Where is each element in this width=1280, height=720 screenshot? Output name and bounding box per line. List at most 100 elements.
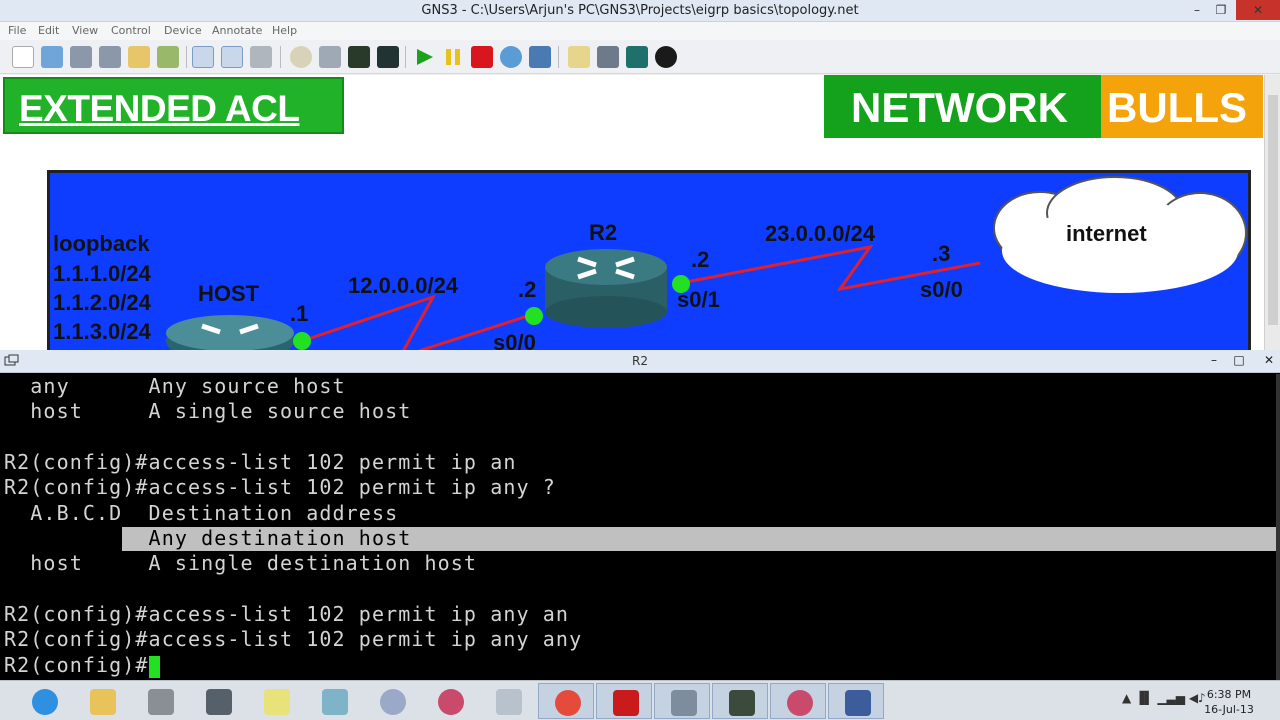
topology-canvas[interactable]: EXTENDED ACL NETWORK BULLS loopback 1.1.… (0, 75, 1264, 350)
clock-date: 16-Jul-13 (1204, 703, 1254, 716)
console-close-button[interactable]: ✕ (1258, 350, 1280, 372)
new-icon[interactable] (12, 46, 34, 68)
toolbar-separator (558, 46, 559, 68)
capture-icon[interactable] (250, 46, 272, 68)
brand-network-text: NETWORK (851, 84, 1068, 131)
host-label: HOST (198, 281, 260, 306)
host-ip: .1 (290, 301, 309, 326)
clock[interactable]: 6:38 PM 16-Jul-13 (1190, 687, 1268, 717)
canvas-vertical-scrollbar[interactable] (1264, 75, 1280, 350)
internet-ip: .3 (932, 241, 951, 266)
pause-icon (446, 49, 460, 65)
serial-link-host-r2 (301, 294, 437, 350)
open-icon[interactable] (41, 46, 63, 68)
loopback-3: 1.1.3.0/24 (53, 319, 151, 344)
clock-time: 6:38 PM (1206, 688, 1252, 701)
draw-rectangle-icon[interactable] (626, 46, 648, 68)
menu-device[interactable]: Device (164, 24, 202, 37)
show-interface-labels-icon[interactable] (192, 46, 214, 68)
console-window[interactable]: R2 – □ ✕ any Any source host host A sing… (0, 350, 1280, 680)
link1-subnet: 12.0.0.0/24 (348, 273, 459, 298)
save-as-icon[interactable] (99, 46, 121, 68)
open-folder-icon[interactable] (128, 46, 150, 68)
brand-bulls: BULLS (1101, 75, 1263, 138)
menu-annotate[interactable]: Annotate (212, 24, 262, 37)
start-icon (417, 49, 433, 65)
minimize-button[interactable]: – (1186, 0, 1208, 20)
chrome-icon[interactable] (538, 683, 594, 719)
menu-control[interactable]: Control (111, 24, 151, 37)
r2-ip-left: .2 (518, 277, 537, 302)
console-maximize-button[interactable]: □ (1228, 350, 1250, 372)
menu-help[interactable]: Help (272, 24, 297, 37)
acl-banner: EXTENDED ACL (3, 77, 344, 134)
acl-banner-text: EXTENDED ACL (19, 88, 300, 129)
console-minimize-button[interactable]: – (1204, 350, 1224, 372)
terminal-cursor (149, 656, 160, 678)
gns3-2-icon[interactable] (770, 683, 826, 719)
console-all-icon[interactable] (377, 46, 399, 68)
interface-dot-r2-s00 (525, 307, 543, 325)
settings-icon[interactable] (319, 46, 341, 68)
topology-diagram: loopback 1.1.1.0/24 1.1.2.0/24 1.1.3.0/2… (47, 170, 1251, 350)
console-title: R2 (632, 354, 648, 368)
window-title-bar: GNS3 - C:\Users\Arjun's PC\GNS3\Projects… (0, 0, 1280, 22)
window-title: GNS3 - C:\Users\Arjun's PC\GNS3\Projects… (421, 3, 859, 18)
terminal-line-highlighted: any Any destination host (4, 526, 412, 550)
notes-icon[interactable] (248, 683, 304, 719)
internet-explorer-icon[interactable] (16, 683, 72, 719)
topology-links (166, 176, 1247, 350)
terminal[interactable]: any Any source host host A single source… (0, 374, 1276, 680)
stop-icon[interactable] (471, 46, 493, 68)
router-r2[interactable] (545, 249, 667, 328)
menu-bar: File Edit View Control Device Annotate H… (0, 22, 1280, 40)
scrollbar-thumb[interactable] (1268, 95, 1278, 325)
loopback-1: 1.1.1.0/24 (53, 261, 151, 286)
draw-ellipse-icon[interactable] (655, 46, 677, 68)
acrobat-icon[interactable] (596, 683, 652, 719)
r2-iface-left: s0/0 (493, 330, 536, 350)
r2-iface-right: s0/1 (677, 287, 720, 312)
aux-console-icon[interactable] (348, 46, 370, 68)
save-icon[interactable] (70, 46, 92, 68)
control-panel-icon[interactable] (654, 683, 710, 719)
console-scrollbar[interactable] (1276, 374, 1280, 680)
show-hostnames-icon[interactable] (221, 46, 243, 68)
reload-icon[interactable] (500, 46, 522, 68)
snapshot-icon[interactable] (157, 46, 179, 68)
start-icon[interactable] (413, 46, 435, 68)
console-title-bar: R2 – □ ✕ (0, 350, 1280, 373)
virtualbox-icon[interactable] (529, 46, 551, 68)
internet-iface: s0/0 (920, 277, 963, 302)
terminal-line: host A single destination host (4, 551, 478, 575)
r2-ip-right: .2 (691, 247, 710, 272)
firewall-icon[interactable] (132, 683, 188, 719)
cisco-icon[interactable] (712, 683, 768, 719)
brand-bulls-text: BULLS (1107, 84, 1247, 131)
terminal-prompt: R2(config)# (4, 653, 149, 677)
menu-file[interactable]: File (8, 24, 26, 37)
calculator-icon[interactable] (480, 683, 536, 719)
terminal-line: A.B.C.D Destination address (4, 501, 399, 525)
loopback-2: 1.1.2.0/24 (53, 290, 151, 315)
menu-edit[interactable]: Edit (38, 24, 59, 37)
menu-view[interactable]: View (72, 24, 98, 37)
add-note-icon[interactable] (568, 46, 590, 68)
close-button[interactable]: ✕ (1236, 0, 1280, 20)
clock-icon[interactable] (290, 46, 312, 68)
toolbar-separator (280, 46, 281, 68)
putty-icon[interactable] (828, 683, 884, 719)
pause-icon[interactable] (442, 46, 464, 68)
document-icon[interactable] (306, 683, 362, 719)
network-adapter-icon[interactable] (190, 683, 246, 719)
gns3-icon[interactable] (422, 683, 478, 719)
terminal-line: any Any source host (4, 374, 346, 398)
paint-icon[interactable] (364, 683, 420, 719)
insert-picture-icon[interactable] (597, 46, 619, 68)
file-explorer-icon[interactable] (74, 683, 130, 719)
restore-button[interactable]: ❐ (1210, 0, 1232, 20)
loopback-label: loopback (53, 231, 150, 256)
router-host[interactable] (166, 315, 294, 350)
terminal-line: R2(config)#access-list 102 permit ip any… (4, 475, 556, 499)
r2-label: R2 (589, 220, 618, 245)
